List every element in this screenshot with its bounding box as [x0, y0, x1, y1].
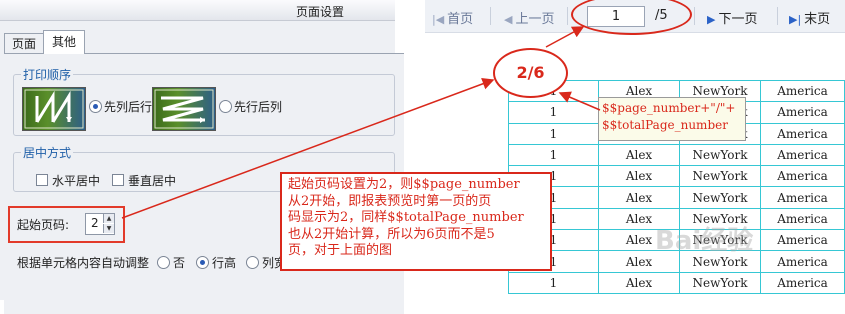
arrow-start-to-page-number: [121, 78, 495, 219]
tab-other[interactable]: 其他: [43, 30, 85, 54]
arrow-page-number-to-pager: [545, 26, 585, 48]
arrow-formula-to-page-number: [558, 91, 601, 111]
annotation-arrows: [121, 26, 601, 219]
